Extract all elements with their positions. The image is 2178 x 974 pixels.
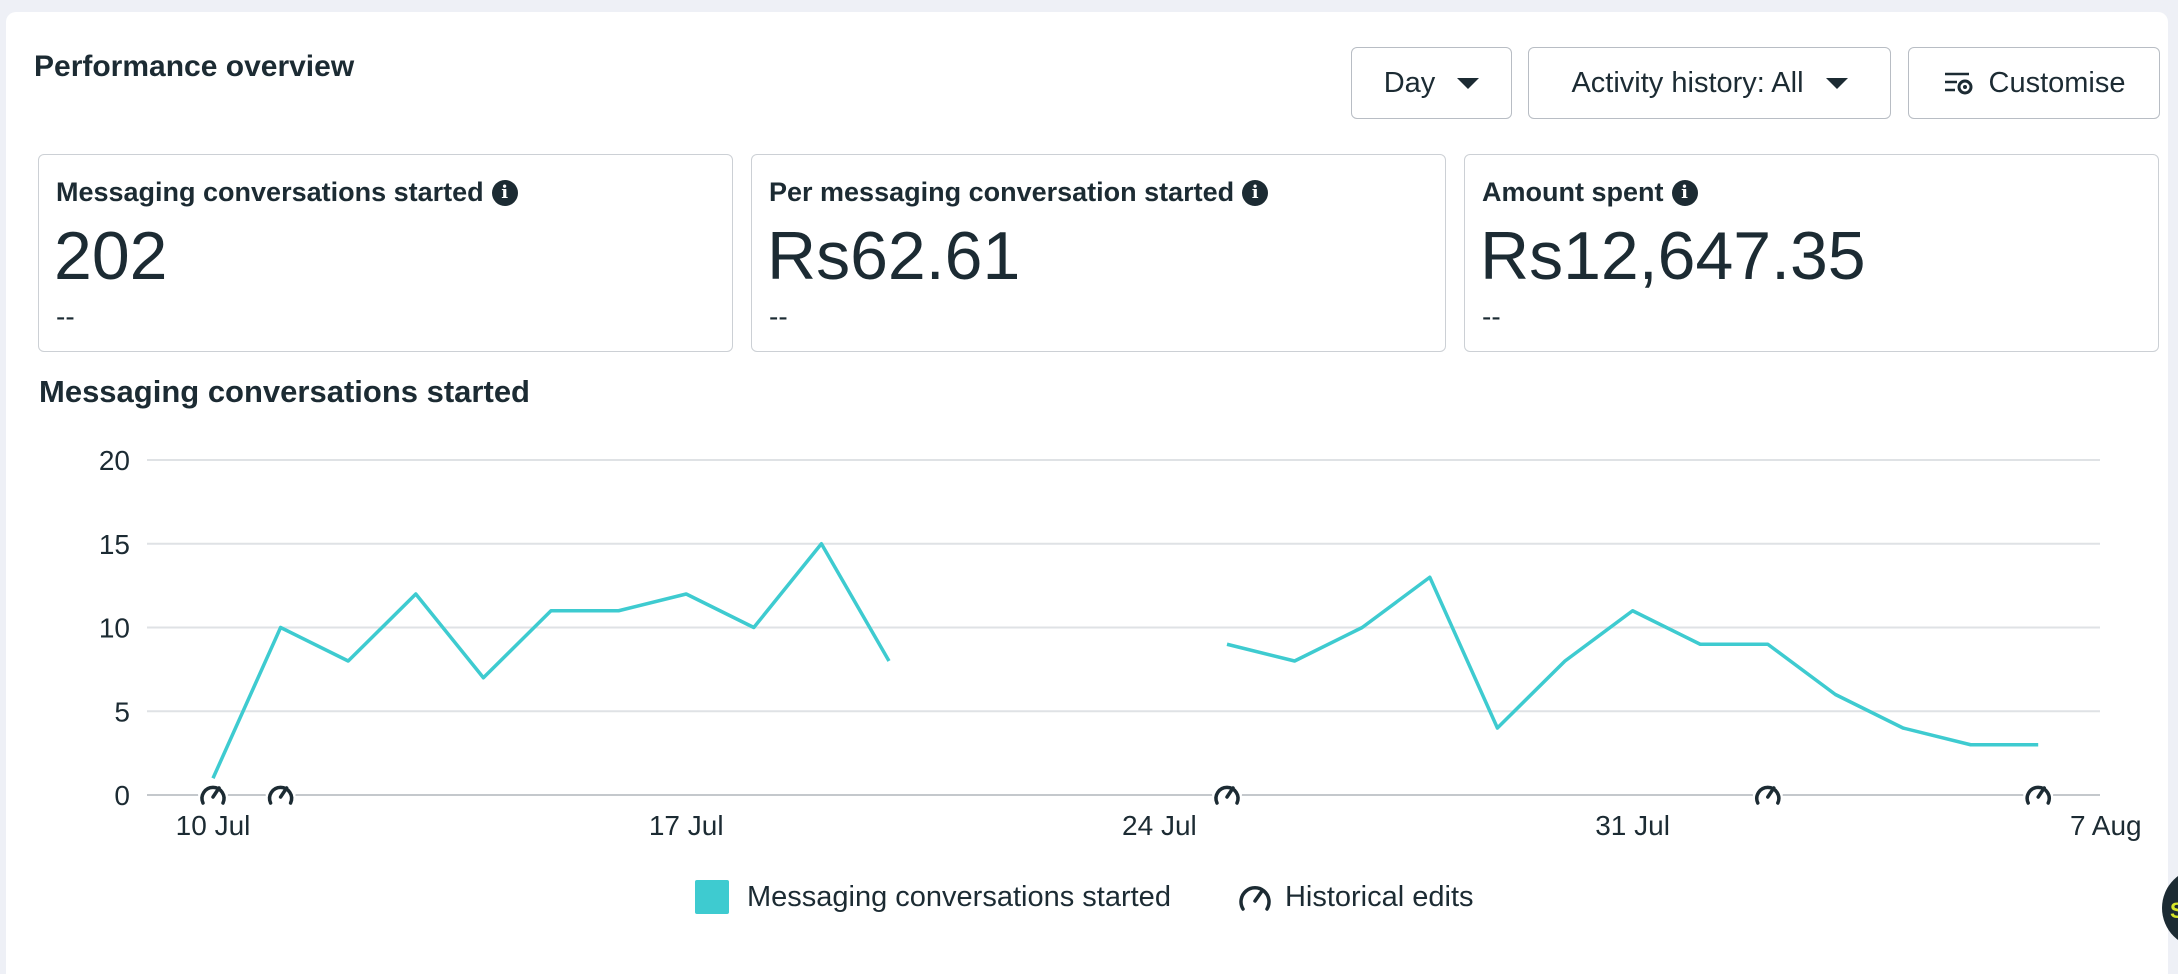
historical-edit-marker[interactable] <box>1752 779 1783 809</box>
y-tick-label: 20 <box>99 445 130 476</box>
historical-edit-marker[interactable] <box>265 779 296 809</box>
historical-edit-marker[interactable] <box>2023 779 2054 809</box>
y-tick-label: 10 <box>99 613 130 644</box>
legend-label: Historical edits <box>1284 880 1474 913</box>
chart-legend: Messaging conversations started Historic… <box>695 880 1474 914</box>
legend-item-conversations[interactable]: Messaging conversations started <box>695 880 1171 914</box>
legend-swatch <box>695 880 729 914</box>
historical-edit-marker[interactable] <box>198 779 228 809</box>
x-tick-label: 31 Jul <box>1595 810 1670 841</box>
x-tick-label: 17 Jul <box>649 810 724 841</box>
y-tick-label: 0 <box>114 780 130 811</box>
x-tick-label: 7 Aug <box>2070 810 2142 841</box>
series-line <box>1226 575 2039 747</box>
legend-item-historical-edits[interactable]: Historical edits <box>1237 881 1474 914</box>
gauge-icon <box>1239 886 1271 911</box>
series-line <box>211 542 891 779</box>
historical-edit-marker[interactable] <box>1212 779 1242 809</box>
legend-label: Messaging conversations started <box>747 880 1171 913</box>
y-tick-label: 5 <box>114 696 130 727</box>
floating-widget-label: S <box>2170 898 2178 923</box>
x-tick-label: 24 Jul <box>1122 810 1197 841</box>
y-tick-label: 15 <box>99 529 130 560</box>
x-tick-label: 10 Jul <box>176 810 251 841</box>
line-chart: 0 5 10 15 20 10 Jul 17 Jul 24 Jul 31 Jul 7 Aug <box>99 445 2142 841</box>
